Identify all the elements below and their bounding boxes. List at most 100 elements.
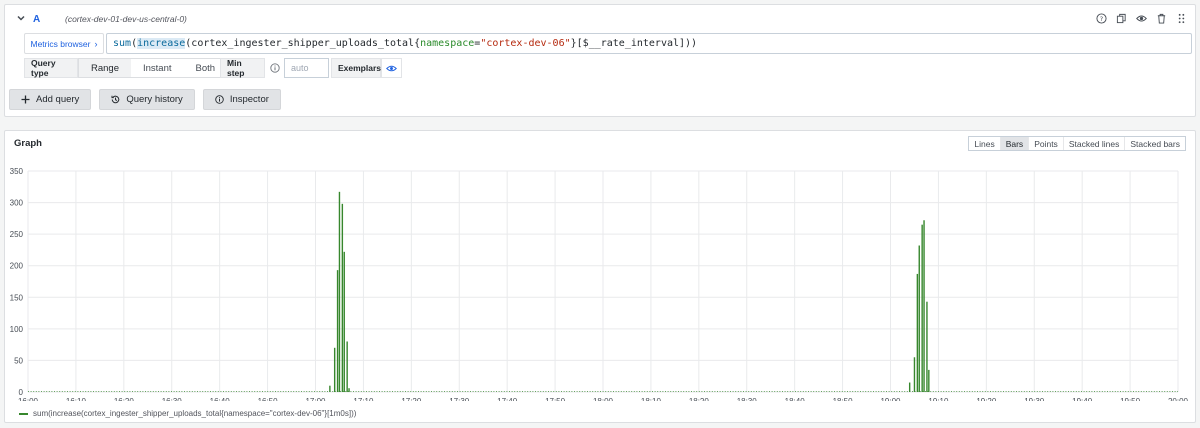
visualization-mode-toggle: Lines Bars Points Stacked lines Stacked bars	[968, 136, 1186, 151]
x-tick-label: 18:30	[737, 397, 758, 401]
duplicate-query-icon[interactable]	[1115, 12, 1127, 24]
legend-item[interactable]: sum(increase(cortex_ingester_shipper_upl…	[19, 409, 356, 418]
exemplars-eye-icon	[386, 65, 397, 71]
bar-chart: 0 50 100 150 200 250 300 350 16:00 16:10 16:20 16:3…	[10, 167, 1189, 401]
graph-panel: Graph Lines Bars Points Stacked lines Stacke…	[4, 130, 1196, 423]
x-tick-label: 17:00	[305, 397, 326, 401]
chart-bar	[926, 301, 928, 392]
query-ref-id[interactable]: A	[33, 14, 40, 25]
metrics-browser-button[interactable]: Metrics browser ›	[24, 33, 104, 54]
x-tick-label: 17:40	[497, 397, 518, 401]
y-tick-label: 0	[19, 388, 24, 397]
vis-mode-stacked-bars[interactable]: Stacked bars	[1125, 137, 1185, 150]
x-tick-label: 16:10	[66, 397, 87, 401]
x-tick-label: 19:20	[976, 397, 997, 401]
query-type-option-instant[interactable]: Instant	[131, 59, 184, 77]
promql-query-input[interactable]: sum(increase(cortex_ingester_shipper_upl…	[106, 33, 1192, 54]
drag-handle-icon[interactable]	[1175, 12, 1187, 24]
x-tick-label: 16:40	[210, 397, 231, 401]
svg-text:?: ?	[1099, 14, 1102, 22]
chart-bar	[343, 251, 345, 392]
query-row-header: A (cortex-dev-01-dev-us-central-0) ?	[5, 5, 1195, 32]
hide-query-eye-icon[interactable]	[1135, 12, 1147, 24]
y-tick-label: 350	[10, 167, 24, 176]
chart-bar	[338, 191, 341, 392]
chart-bar	[916, 273, 919, 392]
chart-bar	[921, 224, 923, 392]
y-tick-label: 300	[10, 199, 24, 208]
query-history-label: Query history	[126, 94, 183, 105]
x-tick-label: 17:20	[401, 397, 422, 401]
x-tick-label: 18:20	[689, 397, 710, 401]
min-step-input[interactable]: auto	[284, 58, 329, 78]
chart-bar	[918, 245, 920, 392]
x-tick-label: 17:30	[449, 397, 470, 401]
expression-token: namespace	[420, 38, 475, 49]
expression-token: increase	[137, 38, 186, 49]
chart-bar	[336, 270, 339, 392]
query-type-option-range[interactable]: Range	[79, 59, 131, 77]
x-tick-label: 18:50	[833, 397, 854, 401]
min-step-info-icon[interactable]	[269, 62, 281, 74]
chart-bar	[913, 357, 916, 392]
chart-bar	[329, 385, 331, 392]
chevron-right-icon: ›	[94, 38, 98, 49]
expression-token: [$__rate_interval]))	[576, 38, 698, 49]
chart-bar	[333, 347, 336, 392]
x-tick-label: 20:00	[1168, 397, 1189, 401]
exemplars-label: Exemplars	[331, 58, 381, 78]
x-tick-label: 19:40	[1072, 397, 1093, 401]
chart-bar	[928, 369, 930, 392]
legend-series-label: sum(increase(cortex_ingester_shipper_upl…	[33, 409, 357, 418]
x-tick-label: 18:10	[641, 397, 662, 401]
x-tick-label: 19:50	[1120, 397, 1141, 401]
delete-query-trash-icon[interactable]	[1155, 12, 1167, 24]
query-history-button[interactable]: Query history	[99, 89, 195, 110]
collapse-chevron-icon[interactable]	[15, 12, 27, 24]
vis-mode-bars[interactable]: Bars	[1000, 137, 1030, 150]
graph-title: Graph	[14, 138, 42, 149]
chart-bar	[908, 382, 911, 392]
history-icon	[111, 95, 120, 104]
query-row-actions: ?	[1095, 12, 1187, 24]
min-step-label: Min step	[220, 58, 265, 78]
chart-bar	[348, 388, 350, 392]
x-tick-label: 16:20	[114, 397, 135, 401]
legend-color-swatch	[19, 412, 28, 415]
expression-token: cortex_ingester_shipper_uploads_total	[191, 38, 415, 49]
vis-mode-lines[interactable]: Lines	[969, 137, 1001, 150]
x-tick-label: 19:30	[1024, 397, 1045, 401]
chart-bar	[346, 341, 348, 392]
exemplars-toggle[interactable]	[381, 58, 402, 78]
chart-bar	[923, 220, 925, 392]
x-tick-label: 16:50	[258, 397, 279, 401]
y-tick-label: 200	[10, 262, 24, 271]
y-tick-label: 50	[14, 356, 23, 365]
query-type-radio-group: Range Instant Both	[78, 58, 229, 78]
expression-token: "cortex-dev-06"	[480, 38, 571, 49]
add-query-button[interactable]: Add query	[9, 89, 92, 110]
query-actions-row: Add query Query history Inspector	[9, 89, 281, 110]
y-tick-label: 250	[10, 230, 24, 239]
inspector-label: Inspector	[229, 94, 269, 105]
query-type-label: Query type	[24, 58, 78, 78]
info-icon	[215, 95, 224, 104]
vis-mode-stacked-lines[interactable]: Stacked lines	[1064, 137, 1126, 150]
x-tick-label: 16:00	[18, 397, 39, 401]
query-editor-panel: A (cortex-dev-01-dev-us-central-0) ? Met…	[4, 4, 1196, 117]
datasource-name: (cortex-dev-01-dev-us-central-0)	[65, 14, 187, 24]
add-query-label: Add query	[36, 94, 80, 105]
help-icon[interactable]: ?	[1095, 12, 1107, 24]
y-tick-label: 150	[10, 293, 24, 302]
metrics-browser-label: Metrics browser	[30, 38, 91, 49]
x-tick-label: 18:00	[593, 397, 614, 401]
x-tick-label: 19:10	[928, 397, 949, 401]
plus-icon	[21, 95, 30, 104]
x-tick-label: 16:30	[162, 397, 183, 401]
x-tick-label: 18:40	[785, 397, 806, 401]
x-tick-label: 19:00	[880, 397, 901, 401]
vis-mode-points[interactable]: Points	[1029, 137, 1064, 150]
inspector-button[interactable]: Inspector	[202, 89, 281, 110]
x-tick-label: 17:50	[545, 397, 566, 401]
x-tick-label: 17:10	[353, 397, 374, 401]
